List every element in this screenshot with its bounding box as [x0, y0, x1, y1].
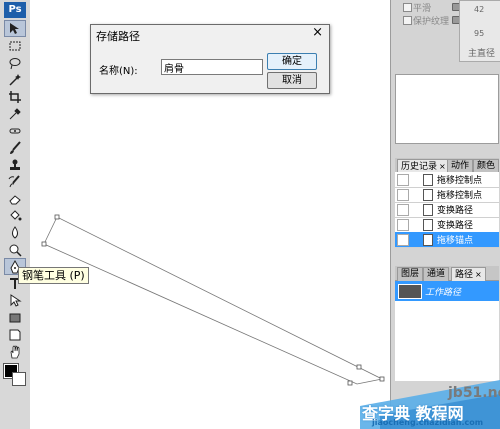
history-brush-tool-icon[interactable]	[5, 174, 25, 189]
history-item[interactable]: 变换路径	[395, 202, 499, 218]
eyedropper-tool-icon[interactable]	[5, 106, 25, 121]
notes-tool-icon[interactable]	[5, 327, 25, 342]
brush-tool-icon[interactable]	[5, 140, 25, 155]
close-icon[interactable]: ×	[312, 26, 323, 40]
healing-tool-icon[interactable]	[5, 123, 25, 138]
move-tool-icon[interactable]	[4, 20, 26, 37]
pen-tool-tooltip: 钢笔工具 (P)	[18, 267, 89, 284]
cancel-button[interactable]: 取消	[267, 72, 317, 89]
anchor-point	[54, 214, 60, 220]
blur-tool-icon[interactable]	[5, 225, 25, 240]
layers-tabstrip: 图层 通道 路径 ×	[395, 266, 499, 281]
save-path-dialog: 存储路径 × 名称(N): 确定 取消	[90, 24, 330, 94]
work-path-name: 工作路径	[425, 288, 462, 298]
history-item[interactable]: 变换路径	[395, 217, 499, 233]
tab-layers[interactable]: 图层	[397, 267, 424, 281]
stamp-tool-icon[interactable]	[5, 157, 25, 172]
path-name-input[interactable]	[161, 59, 263, 75]
history-item[interactable]: 拖移控制点	[395, 187, 499, 203]
document-icon	[423, 234, 433, 246]
eraser-tool-icon[interactable]	[5, 191, 25, 206]
document-icon	[423, 204, 433, 216]
paint-bucket-tool-icon[interactable]	[5, 208, 25, 223]
history-item-selected[interactable]: 拖移锚点	[395, 232, 499, 248]
right-panels: 平滑 保护纹理 42 95 主直径 历史记录 × 动作 颜色 拖移控制点 拖移控制…	[390, 0, 500, 429]
marquee-tool-icon[interactable]	[5, 38, 25, 53]
work-path-row[interactable]: 工作路径	[395, 281, 499, 301]
tab-color[interactable]: 颜色	[473, 159, 500, 173]
smooth-label: 平滑	[413, 4, 432, 14]
smooth-checkbox[interactable]	[403, 3, 412, 12]
dialog-title: 存储路径	[96, 30, 140, 43]
close-icon: ×	[439, 162, 446, 171]
history-item[interactable]: 拖移控制点	[395, 172, 499, 188]
tab-paths[interactable]: 路径 ×	[451, 267, 486, 281]
background-color-swatch[interactable]	[12, 372, 26, 386]
anchor-point	[41, 241, 47, 247]
document-icon	[423, 189, 433, 201]
ok-button[interactable]: 确定	[267, 53, 317, 70]
anchor-point	[356, 364, 362, 370]
name-label: 名称(N):	[99, 66, 138, 77]
document-icon	[423, 219, 433, 231]
dodge-tool-icon[interactable]	[5, 242, 25, 257]
lasso-tool-icon[interactable]	[5, 55, 25, 70]
protect-texture-label: 保护纹理	[413, 17, 450, 27]
photoshop-logo: Ps	[4, 2, 26, 18]
preview-panel	[395, 74, 499, 144]
path-select-tool-icon[interactable]	[5, 293, 25, 308]
brush-size-value: 42	[474, 5, 485, 14]
watermark-domain: jb51.net	[448, 385, 500, 401]
hand-tool-icon[interactable]	[5, 344, 25, 359]
close-icon: ×	[475, 270, 482, 279]
tab-history[interactable]: 历史记录 ×	[397, 159, 450, 173]
shape-tool-icon[interactable]	[5, 310, 25, 325]
anchor-point	[347, 380, 353, 386]
paths-list: 工作路径	[395, 281, 499, 381]
crop-tool-icon[interactable]	[5, 89, 25, 104]
watermark-url: jiaocheng.chazidian.com	[372, 418, 484, 427]
document-icon	[423, 174, 433, 186]
tab-channels[interactable]: 通道	[423, 267, 450, 281]
history-tabstrip: 历史记录 × 动作 颜色	[395, 158, 500, 173]
toolbox: Ps	[0, 0, 31, 429]
brush-size-value: 95	[474, 29, 485, 38]
magic-wand-tool-icon[interactable]	[5, 72, 25, 87]
protect-texture-checkbox[interactable]	[403, 16, 412, 25]
history-list: 拖移控制点 拖移控制点 变换路径 变换路径 拖移锚点	[395, 172, 499, 248]
path-thumbnail	[398, 284, 422, 299]
main-path-label: 主直径	[468, 49, 496, 59]
tab-actions[interactable]: 动作	[447, 159, 474, 173]
